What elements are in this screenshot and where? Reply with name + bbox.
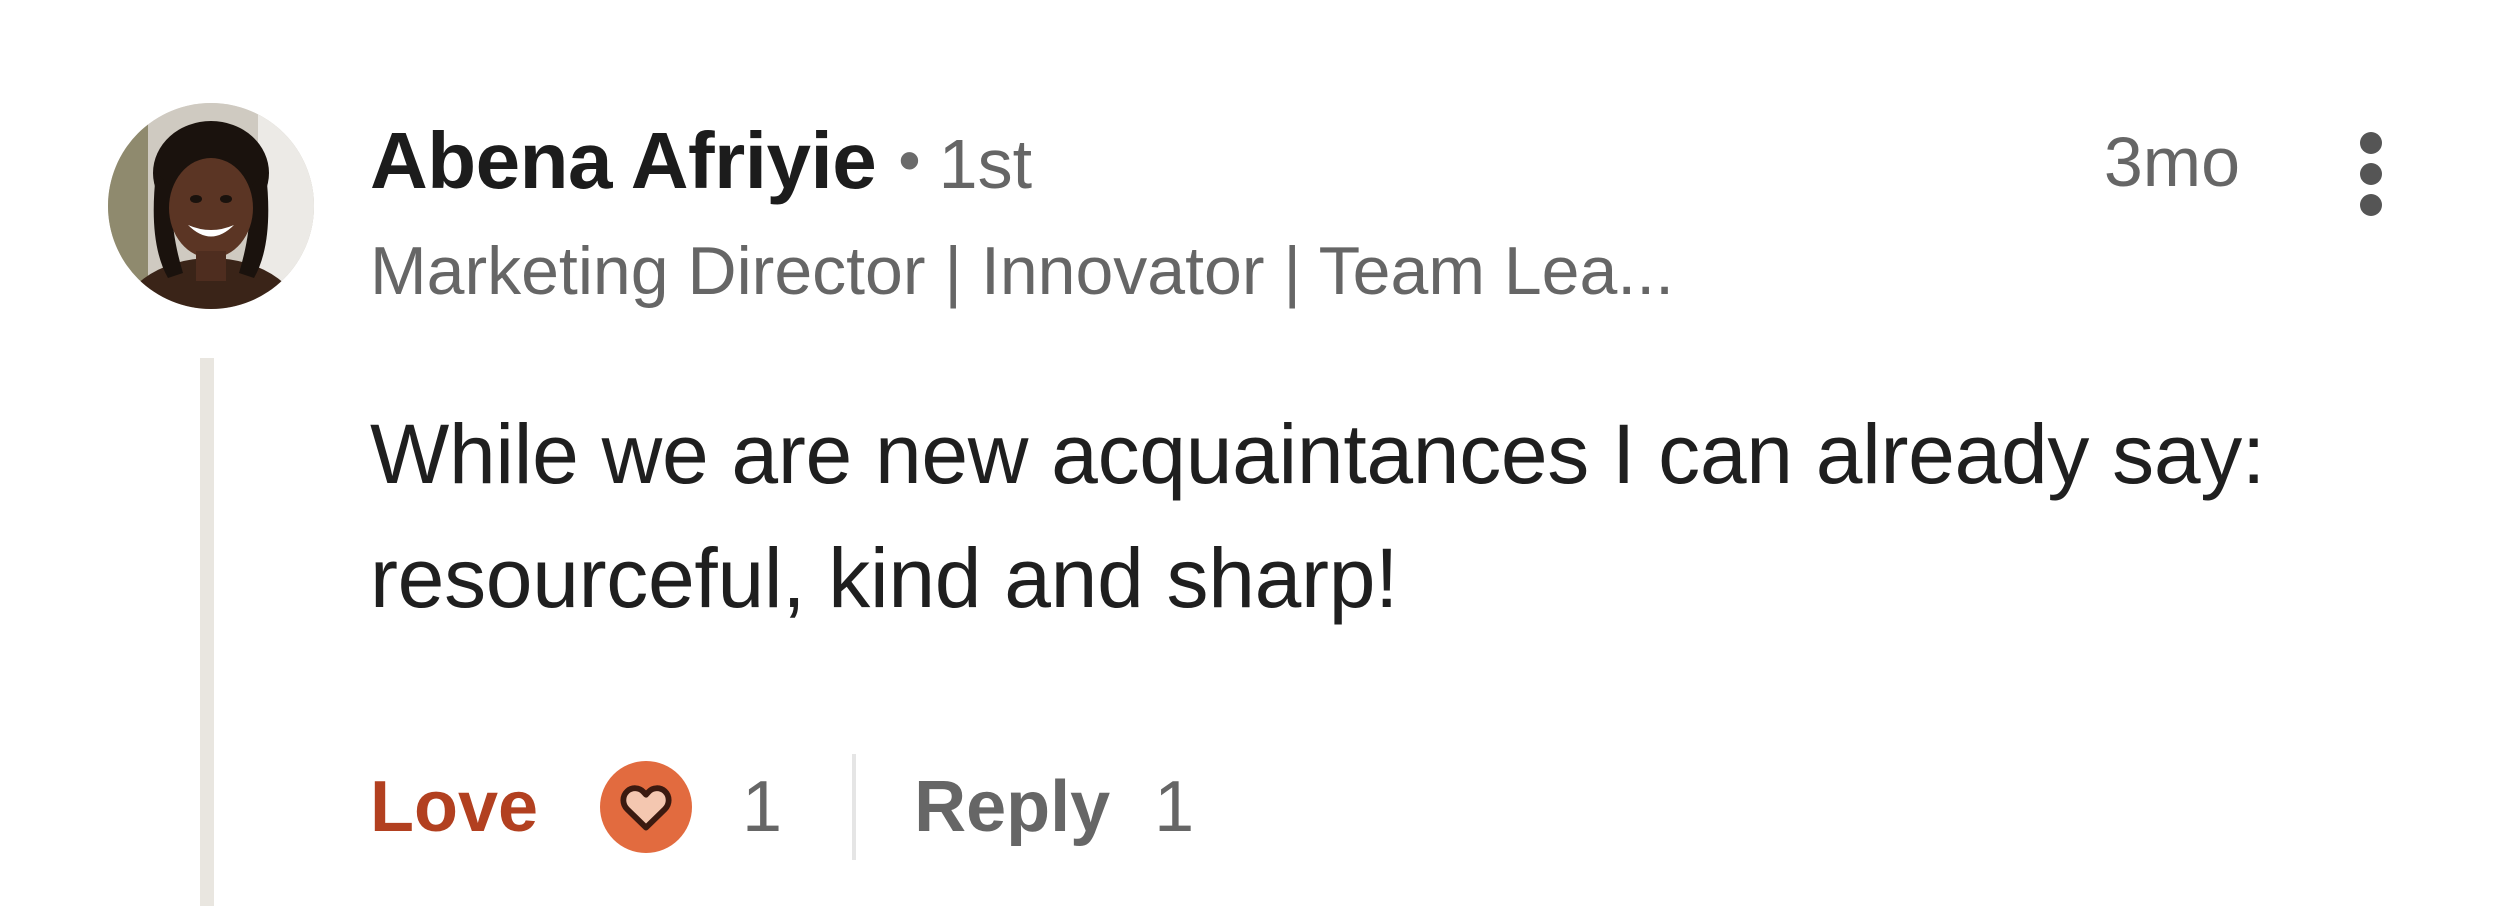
love-reaction-button[interactable]: Love <box>370 766 538 848</box>
author-name[interactable]: Abena Afriyie <box>370 115 877 207</box>
heart-icon <box>620 785 672 831</box>
comment-header: Abena Afriyie • 1st <box>370 115 1032 215</box>
avatar[interactable] <box>108 103 314 309</box>
separator-dot: • <box>898 124 921 196</box>
reply-count[interactable]: 1 <box>1154 766 1194 848</box>
comment: Abena Afriyie • 1st 3mo Marketing Direct… <box>0 0 2500 906</box>
connection-degree: 1st <box>938 125 1033 203</box>
author-headline: Marketing Director | Innovator | Team Le… <box>370 233 1674 309</box>
more-options-button[interactable] <box>2340 124 2400 224</box>
avatar-photo <box>108 103 314 309</box>
reaction-summary[interactable] <box>600 761 693 853</box>
reply-button[interactable]: Reply <box>914 766 1110 848</box>
comment-body: While we are new acquaintances I can alr… <box>370 407 2265 625</box>
timestamp: 3mo <box>2103 123 2240 201</box>
thread-line <box>200 358 214 906</box>
actions-divider <box>852 754 857 860</box>
reaction-count: 1 <box>742 767 783 847</box>
comment-actions: Love 1 Reply 1 <box>370 752 1194 862</box>
